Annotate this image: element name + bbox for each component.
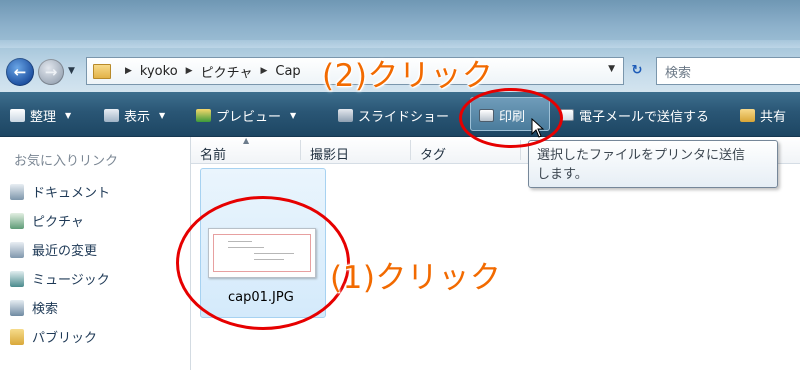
annotation-step-1: (1)クリック xyxy=(330,260,502,296)
view-label: 表示 xyxy=(124,109,151,125)
dropdown-arrow-icon: ▼ xyxy=(290,110,297,120)
music-icon xyxy=(10,270,24,287)
sidebar-item-public[interactable]: パブリック xyxy=(10,327,97,346)
pictures-icon xyxy=(10,212,24,229)
documents-icon xyxy=(10,183,24,200)
refresh-icon: ↻ xyxy=(631,62,643,78)
breadcrumb-separator-icon[interactable]: ▶ xyxy=(260,66,267,76)
search-input[interactable]: 検索 xyxy=(656,57,800,85)
refresh-button[interactable]: ↻ xyxy=(624,59,650,81)
sidebar-item-label: 検索 xyxy=(32,302,59,317)
tooltip-line-2: します。 xyxy=(537,167,588,182)
favorite-links-title: お気に入りリンク xyxy=(14,154,119,169)
column-divider[interactable] xyxy=(300,140,301,160)
highlight-circle-file xyxy=(176,196,350,330)
folder-icon xyxy=(93,63,111,79)
print-tooltip: 選択したファイルをプリンタに送信 します。 xyxy=(528,140,778,188)
column-header-date-taken[interactable]: 撮影日 xyxy=(310,144,349,163)
breadcrumb-separator-icon[interactable]: ▶ xyxy=(125,66,132,76)
organize-button[interactable]: 整理 ▼ xyxy=(10,105,71,125)
organize-icon xyxy=(10,108,25,122)
highlight-circle-print xyxy=(459,88,563,148)
back-arrow-icon: ← xyxy=(13,63,27,81)
share-label: 共有 xyxy=(760,109,787,125)
recent-pages-dropdown[interactable]: ▼ xyxy=(68,66,75,76)
tooltip-line-1: 選択したファイルをプリンタに送信 xyxy=(537,148,746,163)
column-header-tags[interactable]: タグ xyxy=(420,144,446,163)
annotation-step-2: (2)クリック xyxy=(322,58,494,94)
breadcrumb-cap[interactable]: Cap xyxy=(275,64,300,79)
sidebar-item-label: パブリック xyxy=(32,331,98,346)
preview-label: プレビュー xyxy=(216,109,282,125)
dropdown-arrow-icon: ▼ xyxy=(65,110,72,120)
sidebar-item-label: 最近の変更 xyxy=(32,244,98,259)
sidebar-item-music[interactable]: ミュージック xyxy=(10,269,110,288)
preview-icon xyxy=(196,108,211,122)
public-folder-icon xyxy=(10,328,24,345)
sidebar-item-recent-changes[interactable]: 最近の変更 xyxy=(10,240,97,259)
title-bar-edge xyxy=(0,40,800,48)
share-button[interactable]: 共有 xyxy=(740,105,786,125)
search-folder-icon xyxy=(10,299,24,316)
share-icon xyxy=(740,108,755,122)
search-placeholder: 検索 xyxy=(665,65,692,81)
organize-label: 整理 xyxy=(30,109,57,125)
breadcrumb-kyoko[interactable]: kyoko xyxy=(140,64,178,79)
sort-ascending-icon: ▲ xyxy=(243,136,250,145)
slideshow-icon xyxy=(338,108,353,122)
view-icon xyxy=(104,108,119,122)
forward-button[interactable]: → xyxy=(38,59,64,85)
sidebar-item-label: ドキュメント xyxy=(32,186,111,201)
sidebar-item-search[interactable]: 検索 xyxy=(10,298,58,317)
dropdown-arrow-icon: ▼ xyxy=(159,110,166,120)
view-button[interactable]: 表示 ▼ xyxy=(104,105,165,125)
sidebar-item-label: ミュージック xyxy=(32,273,110,288)
email-button[interactable]: 電子メールで送信する xyxy=(560,105,709,125)
back-button[interactable]: ← xyxy=(6,58,34,86)
sidebar-item-label: ピクチャ xyxy=(32,215,84,230)
sidebar-item-documents[interactable]: ドキュメント xyxy=(10,182,110,201)
sidebar-item-pictures[interactable]: ピクチャ xyxy=(10,211,84,230)
column-divider[interactable] xyxy=(410,140,411,160)
forward-arrow-icon: → xyxy=(44,63,58,81)
breadcrumb-pictures[interactable]: ピクチャ xyxy=(201,62,253,81)
recent-changes-icon xyxy=(10,241,24,258)
preview-button[interactable]: プレビュー ▼ xyxy=(196,105,296,125)
slideshow-button[interactable]: スライドショー xyxy=(338,105,449,125)
email-label: 電子メールで送信する xyxy=(579,109,710,125)
slideshow-label: スライドショー xyxy=(358,109,450,125)
column-header-name[interactable]: 名前 xyxy=(200,144,226,163)
address-dropdown-icon[interactable]: ▼ xyxy=(608,64,615,74)
breadcrumb-separator-icon[interactable]: ▶ xyxy=(186,66,193,76)
